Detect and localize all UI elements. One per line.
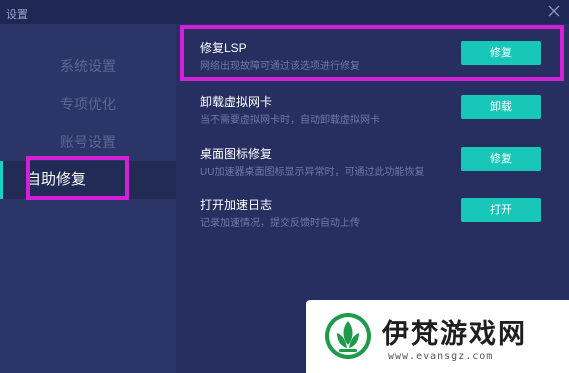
uninstall-nic-button[interactable]: 卸载 (461, 95, 541, 119)
sidebar-item-label: 自助修复 (25, 171, 86, 188)
window-title: 设置 (6, 9, 28, 21)
repair-icon-button[interactable]: 修复 (461, 147, 541, 171)
sidebar-item-label: 专项优化 (60, 96, 116, 112)
sidebar-item-special-optimization[interactable]: 专项优化 (0, 85, 176, 123)
repair-row-desktop-icon: 桌面图标修复 UU加速器桌面图标显示异常时，可通过此功能恢复 修复 (176, 134, 569, 184)
row-title: 卸载虚拟网卡 (200, 95, 273, 109)
watermark-name: 伊梵游戏网 (382, 319, 527, 350)
sidebar-item-label: 账号设置 (60, 134, 116, 150)
close-icon[interactable] (547, 4, 561, 18)
repair-row-lsp: 修复LSP 网络出现故障可通过该选项进行修复 修复 (176, 28, 569, 78)
sidebar-item-label: 系统设置 (60, 58, 116, 74)
sidebar-item-self-repair[interactable]: 自助修复 (0, 161, 176, 199)
repair-row-log: 打开加速日志 记录加速情况，提交反馈时自动上传 打开 (176, 185, 569, 235)
sidebar: 系统设置 专项优化 账号设置 自助修复 (0, 24, 176, 373)
active-indicator (0, 161, 3, 199)
watermark: 伊梵游戏网 www.evansgz.com (306, 300, 569, 373)
row-title: 打开加速日志 (200, 198, 273, 212)
sidebar-item-system-settings[interactable]: 系统设置 (0, 47, 176, 85)
repair-row-virtual-nic: 卸载虚拟网卡 当不需要虚拟网卡时，自动卸载虚拟网卡 卸载 (176, 82, 569, 132)
watermark-url: www.evansgz.com (388, 351, 494, 362)
settings-window: 设置 系统设置 专项优化 账号设置 自助修复 修复LSP 网络出现故障可通过该选… (0, 0, 569, 373)
row-description: 网络出现故障可通过该选项进行修复 (200, 61, 360, 72)
row-description: UU加速器桌面图标显示异常时，可通过此功能恢复 (200, 167, 425, 178)
title-bar: 设置 (0, 0, 569, 24)
leaf-logo-icon (324, 312, 372, 360)
row-description: 当不需要虚拟网卡时，自动卸载虚拟网卡 (200, 115, 380, 126)
repair-lsp-button[interactable]: 修复 (461, 41, 541, 65)
row-title: 桌面图标修复 (200, 147, 273, 161)
row-description: 记录加速情况，提交反馈时自动上传 (200, 218, 360, 229)
sidebar-item-account-settings[interactable]: 账号设置 (0, 123, 176, 161)
row-title: 修复LSP (200, 41, 247, 55)
open-log-button[interactable]: 打开 (461, 198, 541, 222)
